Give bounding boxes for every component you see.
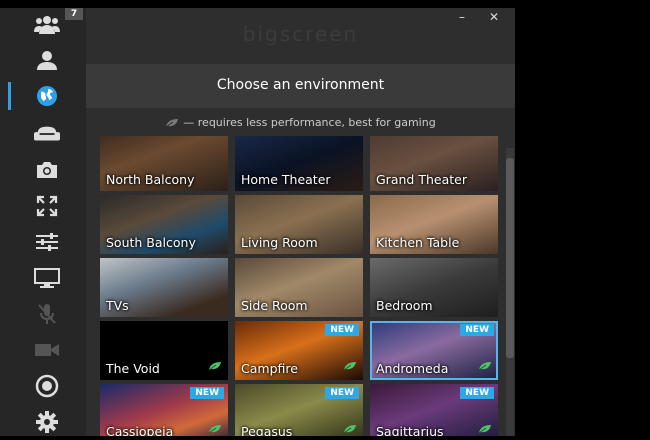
environment-tile[interactable]: Side Room bbox=[235, 258, 363, 317]
environment-tile[interactable]: Bedroom bbox=[370, 258, 498, 317]
camera-icon bbox=[34, 157, 60, 183]
environment-tile[interactable]: Pegasus NEW bbox=[235, 384, 363, 436]
environment-label: TVs bbox=[106, 298, 129, 313]
new-badge: NEW bbox=[460, 324, 494, 336]
sidebar-item-profile[interactable] bbox=[0, 42, 86, 78]
environment-tile[interactable]: Living Room bbox=[235, 195, 363, 254]
scrollbar[interactable] bbox=[506, 148, 514, 436]
environment-label: Andromeda bbox=[376, 361, 449, 376]
sidebar-item-people[interactable] bbox=[0, 6, 86, 42]
environment-tile[interactable]: Cassiopeia NEW bbox=[100, 384, 228, 436]
page-title: Choose an environment bbox=[216, 77, 385, 93]
sidebar-item-gear[interactable] bbox=[0, 404, 86, 440]
performance-hint: — requires less performance, best for ga… bbox=[86, 116, 515, 129]
sidebar-item-settings-sliders[interactable] bbox=[0, 224, 86, 260]
environment-label: Sagittarius bbox=[376, 424, 444, 436]
leaf-icon bbox=[165, 119, 179, 128]
gear-icon bbox=[34, 409, 60, 435]
mic-off-icon bbox=[34, 301, 60, 327]
new-badge: NEW bbox=[325, 387, 359, 399]
environment-tile[interactable]: TVs bbox=[100, 258, 228, 317]
people-icon bbox=[34, 11, 60, 37]
new-badge: NEW bbox=[190, 387, 224, 399]
leaf-icon bbox=[208, 419, 222, 436]
sliders-icon bbox=[34, 229, 60, 255]
sidebar-item-fullscreen[interactable] bbox=[0, 188, 86, 224]
environment-label: Cassiopeia bbox=[106, 424, 174, 436]
environment-label: Campfire bbox=[241, 361, 298, 376]
environment-tile[interactable]: Home Theater bbox=[235, 136, 363, 191]
environment-tile[interactable]: Grand Theater bbox=[370, 136, 498, 191]
environment-label: South Balcony bbox=[106, 235, 196, 250]
close-button[interactable]: ✕ bbox=[484, 8, 504, 26]
sidebar-item-environment[interactable] bbox=[0, 78, 86, 114]
sidebar-item-camera[interactable] bbox=[0, 152, 86, 188]
environment-tile[interactable]: Andromeda NEW bbox=[370, 321, 498, 380]
sidebar-item-record[interactable] bbox=[0, 368, 86, 404]
environment-label: Kitchen Table bbox=[376, 235, 460, 250]
leaf-icon bbox=[208, 356, 222, 375]
app-logo: bigscreen bbox=[242, 22, 359, 46]
app-window: 7 bigscreen – ✕ Choose an environment — … bbox=[0, 8, 515, 436]
minimize-button[interactable]: – bbox=[452, 8, 472, 26]
sidebar-item-mic[interactable] bbox=[0, 296, 86, 332]
environment-label: Living Room bbox=[241, 235, 318, 250]
sidebar: 7 bbox=[0, 8, 86, 436]
monitor-icon bbox=[34, 265, 60, 291]
environment-label: The Void bbox=[106, 361, 160, 376]
environment-label: Grand Theater bbox=[376, 172, 467, 187]
couch-icon bbox=[34, 121, 60, 147]
environment-tile[interactable]: Kitchen Table bbox=[370, 195, 498, 254]
main-panel: bigscreen – ✕ Choose an environment — re… bbox=[86, 8, 515, 436]
sidebar-item-video[interactable] bbox=[0, 332, 86, 368]
environment-tile[interactable]: Campfire NEW bbox=[235, 321, 363, 380]
environment-tile[interactable]: Sagittarius NEW bbox=[370, 384, 498, 436]
new-badge: NEW bbox=[460, 387, 494, 399]
video-camera-icon bbox=[34, 337, 60, 363]
environment-label: Bedroom bbox=[376, 298, 433, 313]
new-badge: NEW bbox=[325, 324, 359, 336]
record-icon bbox=[34, 373, 60, 399]
environment-tile[interactable]: North Balcony bbox=[100, 136, 228, 191]
environment-grid: North Balcony Home Theater Grand Theater So… bbox=[100, 136, 500, 436]
expand-icon bbox=[34, 193, 60, 219]
leaf-icon bbox=[343, 419, 357, 436]
environment-label: North Balcony bbox=[106, 172, 195, 187]
environment-tile[interactable]: South Balcony bbox=[100, 195, 228, 254]
hint-text: — requires less performance, best for ga… bbox=[183, 116, 436, 129]
leaf-icon bbox=[478, 356, 492, 375]
leaf-icon bbox=[478, 419, 492, 436]
sidebar-item-seat[interactable] bbox=[0, 116, 86, 152]
user-icon bbox=[34, 47, 60, 73]
environment-label: Home Theater bbox=[241, 172, 331, 187]
environment-label: Pegasus bbox=[241, 424, 293, 436]
leaf-icon bbox=[343, 356, 357, 375]
environment-label: Side Room bbox=[241, 298, 308, 313]
globe-icon bbox=[34, 83, 60, 109]
sidebar-item-monitor[interactable] bbox=[0, 260, 86, 296]
environment-tile[interactable]: The Void bbox=[100, 321, 228, 380]
scrollbar-thumb[interactable] bbox=[506, 158, 514, 358]
